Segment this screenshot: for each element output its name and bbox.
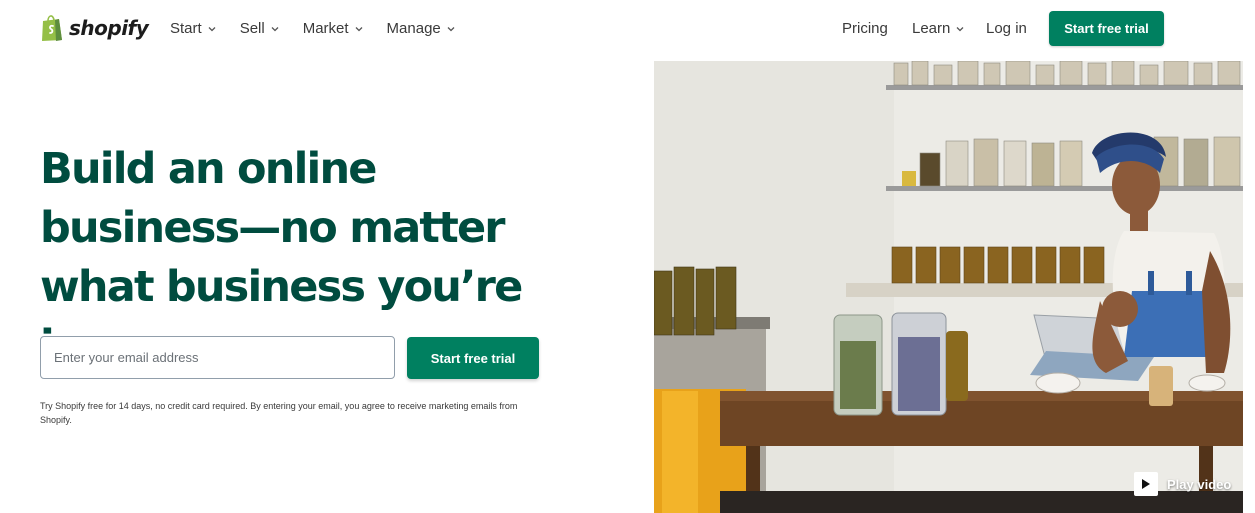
chevron-down-icon — [447, 26, 455, 31]
play-icon — [1134, 472, 1158, 496]
start-free-trial-button[interactable]: Start free trial — [407, 337, 539, 379]
chevron-down-icon — [271, 26, 279, 31]
shopify-logo[interactable]: shopify — [40, 13, 149, 42]
chevron-down-icon — [355, 26, 363, 31]
hero-photo-illustration — [654, 61, 1243, 513]
nav-item-start[interactable]: Start — [170, 20, 217, 37]
main-nav: Start Sell Market Manage — [170, 20, 479, 37]
nav-link-pricing[interactable]: Pricing — [842, 20, 888, 37]
logo-wordmark: shopify — [69, 15, 149, 40]
hero-image — [654, 61, 1243, 513]
nav-item-learn[interactable]: Learn — [912, 20, 965, 37]
chevron-down-icon — [956, 26, 964, 31]
email-input[interactable] — [40, 336, 395, 379]
chevron-down-icon — [208, 26, 216, 31]
play-video-button[interactable]: Play video — [1134, 472, 1231, 496]
nav-item-label: Start — [170, 20, 202, 37]
nav-link-login[interactable]: Log in — [986, 20, 1027, 37]
nav-item-market[interactable]: Market — [303, 20, 364, 37]
nav-item-label: Manage — [386, 20, 441, 37]
play-video-label: Play video — [1167, 476, 1232, 492]
nav-item-label: Sell — [239, 20, 265, 37]
nav-item-manage[interactable]: Manage — [387, 20, 456, 37]
shopping-bag-icon — [42, 15, 62, 41]
nav-item-label: Market — [302, 20, 349, 37]
start-free-trial-button-header[interactable]: Start free trial — [1049, 11, 1164, 46]
nav-item-sell[interactable]: Sell — [240, 20, 280, 37]
trial-disclaimer: Try Shopify free for 14 days, no credit … — [40, 401, 518, 425]
nav-item-label: Learn — [912, 20, 951, 37]
site-header: shopify Start Sell Market Manage Pricing… — [0, 0, 1255, 61]
